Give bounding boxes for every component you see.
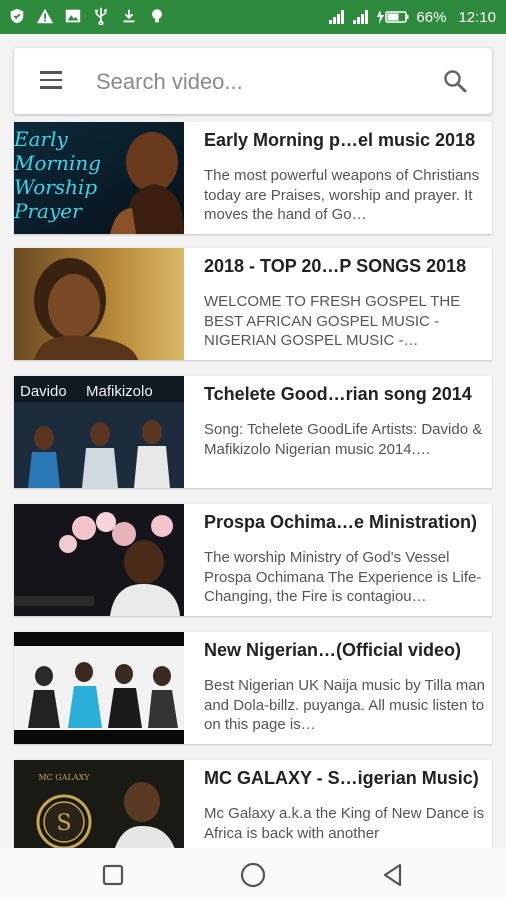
search-input[interactable] xyxy=(94,64,428,100)
battery-charging-icon xyxy=(376,9,410,25)
warning-icon xyxy=(36,7,54,25)
video-description: Best Nigerian UK Naija music by Tilla ma… xyxy=(204,677,485,733)
video-title: Early Morning p…el music 2018 xyxy=(204,130,476,150)
thumb-text-line: Worship xyxy=(14,175,97,199)
video-description: Song: Tchelete GoodLife Artists: Davido … xyxy=(204,421,483,458)
video-title: Tchelete Good…rian song 2014 xyxy=(204,384,472,404)
search-icon[interactable] xyxy=(442,68,468,94)
thumb-logo-letter: S xyxy=(56,811,71,836)
lightbulb-icon xyxy=(148,7,166,25)
status-right: 66% 12:10 xyxy=(328,0,496,34)
thumb-text-line: Prayer xyxy=(14,199,83,223)
video-title: 2018 - TOP 20…P SONGS 2018 xyxy=(204,256,467,276)
video-title: New Nigerian…(Official video) xyxy=(204,640,462,660)
thumb-text-line: Early xyxy=(14,127,68,151)
home-icon[interactable] xyxy=(238,860,268,890)
battery-percent: 66% xyxy=(416,8,447,26)
video-description: WELCOME TO FRESH GOSPEL THE BEST AFRICAN… xyxy=(204,293,461,349)
status-bar: 66% 12:10 xyxy=(0,0,506,34)
video-thumbnail: Early Morning Worship Prayer xyxy=(14,122,184,234)
thumb-text-line: Morning xyxy=(14,151,101,175)
system-nav-bar xyxy=(0,848,506,900)
video-thumbnail: Davido Mafikizolo xyxy=(14,376,184,488)
thumb-text-line: MC GALAXY xyxy=(38,773,90,782)
back-icon[interactable] xyxy=(378,860,408,890)
video-thumbnail: S MC GALAXY xyxy=(14,760,184,848)
video-item[interactable]: Early Morning Worship Prayer Early Morni… xyxy=(14,122,492,234)
video-thumbnail xyxy=(14,248,184,360)
video-item[interactable]: S MC GALAXY MC GALAXY - S…igerian Music)… xyxy=(14,760,492,848)
video-thumbnail xyxy=(14,504,184,616)
video-description: Mc Galaxy a.k.a the King of New Dance is… xyxy=(204,805,485,842)
menu-icon[interactable] xyxy=(38,68,64,94)
search-bar xyxy=(14,48,492,114)
video-title: MC GALAXY - S…igerian Music) xyxy=(204,768,479,788)
signal-icon xyxy=(328,9,346,25)
video-item[interactable]: Davido Mafikizolo Tchelete Good…rian son… xyxy=(14,376,492,488)
video-description: The most powerful weapons of Christians … xyxy=(204,167,480,223)
clock: 12:10 xyxy=(458,8,496,26)
video-thumbnail xyxy=(14,632,184,744)
image-icon xyxy=(64,7,82,25)
video-item[interactable]: 2018 - TOP 20…P SONGS 2018 WELCOME TO FR… xyxy=(14,248,492,360)
signal-icon-2 xyxy=(352,9,370,25)
video-item[interactable]: Prospa Ochima…e Ministration) The worshi… xyxy=(14,504,492,616)
video-item[interactable]: New Nigerian…(Official video) Best Niger… xyxy=(14,632,492,744)
recent-apps-icon[interactable] xyxy=(98,860,128,890)
video-description: The worship Ministry of God's Vessel Pro… xyxy=(204,549,482,605)
video-title: Prospa Ochima…e Ministration) xyxy=(204,512,478,532)
thumb-text-line: Davido xyxy=(20,383,67,400)
thumb-text-line: Mafikizolo xyxy=(86,383,153,400)
shield-icon xyxy=(8,7,26,25)
notification-icons xyxy=(8,7,166,25)
usb-icon xyxy=(92,7,110,25)
download-icon xyxy=(120,7,138,25)
